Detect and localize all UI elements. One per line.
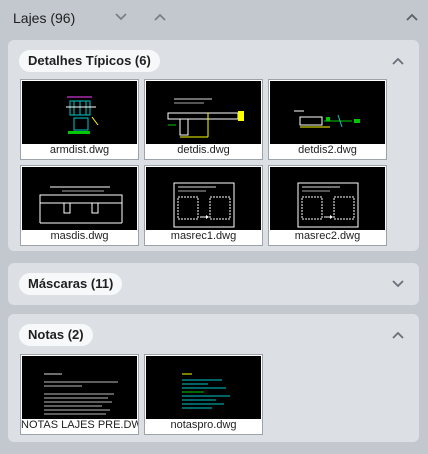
drawing-preview xyxy=(270,81,385,144)
block-thumbnail[interactable]: NOTAS LAJES PRE.DWG xyxy=(20,354,139,435)
block-thumbnail[interactable]: detdis2.dwg xyxy=(268,79,387,160)
collapse-group-button[interactable] xyxy=(403,9,421,25)
library-title: Lajes (96) xyxy=(13,10,76,26)
block-thumbnail[interactable]: armdist.dwg xyxy=(20,79,139,160)
block-label: masrec2.dwg xyxy=(294,230,361,242)
section-toggle[interactable] xyxy=(391,328,405,342)
block-thumbnail[interactable]: masrec2.dwg xyxy=(268,165,387,246)
section-mascaras: Máscaras (11) xyxy=(8,263,419,305)
drawing-preview xyxy=(22,356,137,419)
section-header[interactable]: Máscaras (11) xyxy=(8,263,419,305)
block-thumbnail[interactable]: masrec1.dwg xyxy=(144,165,263,246)
section-detalhes-tipicos: Detalhes Típicos (6) armdist.dwg detdis.… xyxy=(8,40,419,251)
block-thumbnail[interactable]: masdis.dwg xyxy=(20,165,139,246)
chevron-down-icon xyxy=(115,13,127,21)
library-header: Lajes (96) xyxy=(0,0,428,36)
section-toggle[interactable] xyxy=(391,277,405,291)
collapse-all-button[interactable] xyxy=(151,9,169,25)
drawing-preview xyxy=(146,356,261,419)
drawing-preview xyxy=(146,167,261,230)
chevron-down-icon xyxy=(392,280,404,288)
chevron-up-icon xyxy=(392,331,404,339)
drawing-preview xyxy=(22,81,137,144)
block-label: masrec1.dwg xyxy=(170,230,237,242)
expand-all-button[interactable] xyxy=(112,9,130,25)
section-header[interactable]: Detalhes Típicos (6) xyxy=(8,40,419,82)
block-label: armdist.dwg xyxy=(49,144,110,156)
drawing-preview xyxy=(270,167,385,230)
block-thumbnail[interactable]: notaspro.dwg xyxy=(144,354,263,435)
chevron-up-icon xyxy=(154,13,166,21)
drawing-preview xyxy=(22,167,137,230)
section-title: Detalhes Típicos (6) xyxy=(19,50,160,72)
block-label: masdis.dwg xyxy=(50,230,109,242)
block-thumbnail[interactable]: detdis.dwg xyxy=(144,79,263,160)
block-label: NOTAS LAJES PRE.DWG xyxy=(21,419,138,431)
block-label: notaspro.dwg xyxy=(170,419,237,431)
chevron-up-icon xyxy=(406,13,418,21)
section-title: Máscaras (11) xyxy=(19,273,123,295)
section-title: Notas (2) xyxy=(19,324,93,346)
section-toggle[interactable] xyxy=(391,54,405,68)
block-label: detdis.dwg xyxy=(177,144,230,156)
chevron-up-icon xyxy=(392,57,404,65)
drawing-preview xyxy=(146,81,261,144)
block-label: detdis2.dwg xyxy=(298,144,357,156)
section-notas: Notas (2) NOTAS LAJES PRE.DWG notaspro.d… xyxy=(8,314,419,442)
section-header[interactable]: Notas (2) xyxy=(8,314,419,356)
